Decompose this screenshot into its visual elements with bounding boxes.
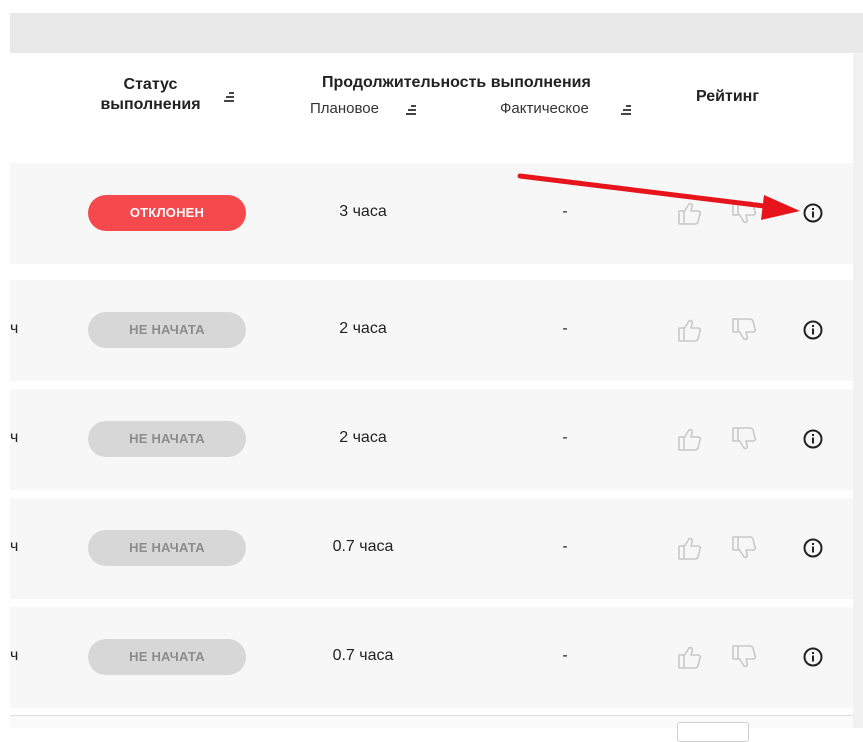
red-arrow-icon bbox=[517, 173, 800, 220]
